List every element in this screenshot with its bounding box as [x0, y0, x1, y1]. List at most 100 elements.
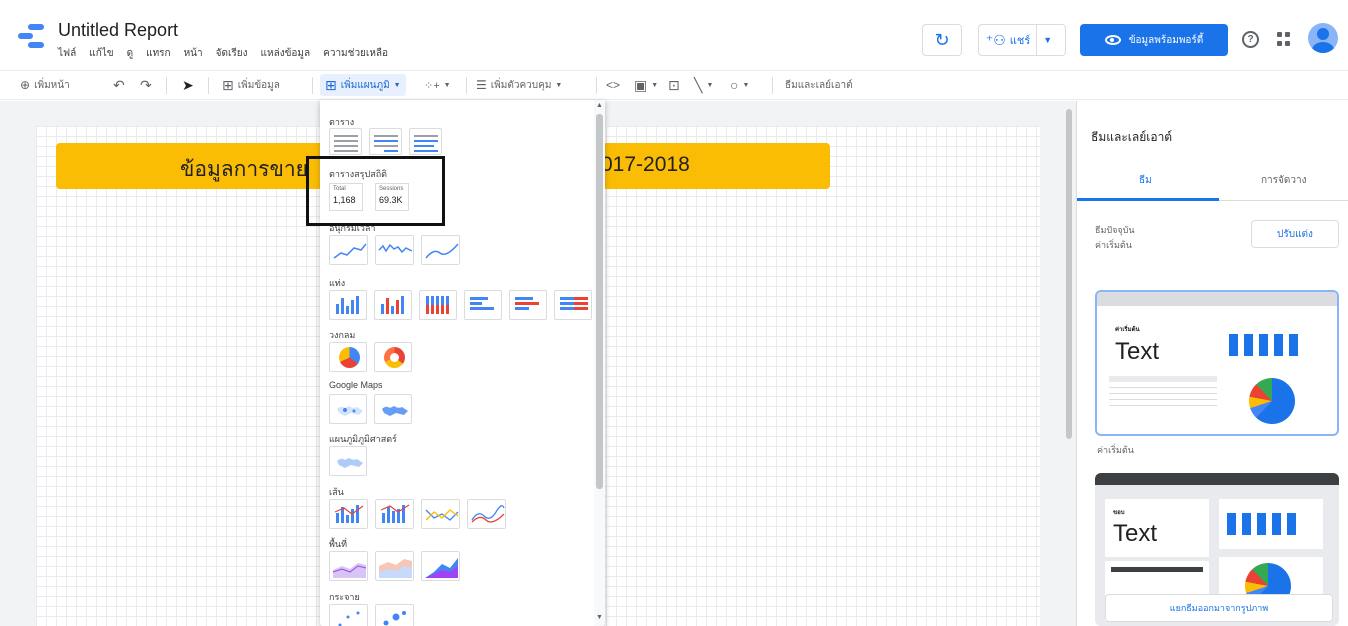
image-button[interactable]: ▣ ▼ [634, 71, 658, 99]
help-icon[interactable]: ? [1242, 31, 1259, 48]
apps-grid-icon[interactable] [1277, 32, 1291, 46]
scrollbar-thumb[interactable] [1066, 109, 1072, 439]
theme-card-default[interactable]: ค่าเริ่มต้น Text [1095, 290, 1339, 436]
theme-layout-button[interactable]: ธีมและเลย์เอาต์ [785, 71, 853, 99]
tab-layout[interactable]: การจัดวาง [1261, 173, 1307, 188]
shape-button[interactable]: ○ ▼ [730, 71, 749, 99]
combo-chart-option[interactable] [329, 499, 368, 529]
scatter-options [329, 604, 414, 626]
current-theme-heading: ธีมปัจจุบัน [1095, 225, 1135, 235]
add-chart-button[interactable]: ⊞ เพิ่มแผนภูมิ ▼ [320, 74, 406, 96]
line-chart-option[interactable] [421, 499, 460, 529]
scatter-chart-option[interactable] [329, 604, 368, 626]
donut-chart-option[interactable] [374, 342, 412, 372]
undo-button[interactable]: ↶ [113, 71, 125, 99]
filled-map-option[interactable] [374, 394, 412, 424]
view-button[interactable]: ข้อมูลพร้อมพอร์ตี้ [1080, 24, 1228, 56]
text-box-icon: ⊡ [668, 76, 680, 93]
table-heatmap-option[interactable] [369, 128, 402, 155]
embed-button[interactable]: <> [606, 71, 620, 99]
scorecard-highlight-annotation [306, 156, 445, 226]
menu-view[interactable]: ดู [127, 46, 134, 61]
community-viz-button[interactable]: ⁘+ ▼ [424, 71, 451, 99]
menu-arrange[interactable]: จัดเรียง [216, 46, 248, 61]
pie-options [329, 342, 412, 372]
line-options [329, 499, 506, 529]
view-label: ข้อมูลพร้อมพอร์ตี้ [1128, 34, 1204, 46]
smoothed-timeseries-option[interactable] [421, 235, 460, 265]
image-icon: ▣ [634, 76, 648, 93]
stacked-bar-option[interactable] [554, 290, 592, 320]
refresh-button[interactable]: ↻ [922, 24, 962, 56]
bubble-chart-option[interactable] [375, 604, 414, 626]
panel-title: ธีมและเลย์เอาต์ [1091, 130, 1173, 144]
line-button[interactable]: ╲ ▼ [694, 71, 713, 99]
tab-theme[interactable]: ธีม [1139, 173, 1152, 188]
stacked-column-option[interactable] [419, 290, 457, 320]
stacked-area-option[interactable] [375, 551, 414, 581]
grouped-column-option[interactable] [374, 290, 412, 320]
add-page-button[interactable]: ⊕ เพิ่มหน้า [20, 71, 70, 99]
percent-area-option[interactable] [421, 551, 460, 581]
table-options [329, 128, 442, 155]
share-button[interactable]: ⁺⚇ แชร์ ▼ [978, 24, 1066, 56]
chevron-down-icon: ▼ [393, 81, 401, 89]
report-title[interactable]: Untitled Report [58, 20, 178, 41]
sparkline-option[interactable] [375, 235, 414, 265]
detach-theme-button[interactable]: แยกธีมออกมาจากรูปภาพ [1105, 594, 1333, 622]
toolbar-divider [312, 77, 313, 94]
pie-chart-option[interactable] [329, 342, 367, 372]
toolbar-divider [208, 77, 209, 94]
menu-help[interactable]: ความช่วยเหลือ [323, 46, 388, 61]
refresh-icon: ↻ [934, 29, 950, 50]
banner-title-left: ข้อมูลการขาย [180, 158, 308, 181]
add-data-button[interactable]: ⊞ เพิ่มข้อมูล [222, 71, 280, 99]
add-data-label: เพิ่มข้อมูล [237, 79, 280, 91]
column-chart-option[interactable] [329, 290, 367, 320]
bar-chart-option[interactable] [464, 290, 502, 320]
avatar[interactable] [1308, 23, 1338, 53]
active-tab-indicator [1077, 198, 1219, 201]
scroll-up-icon[interactable]: ▲ [596, 102, 603, 109]
text-button[interactable]: ⊡ [668, 71, 680, 99]
customize-button[interactable]: ปรับแต่ง [1251, 220, 1339, 248]
menu-insert[interactable]: แทรก [146, 46, 170, 61]
toolbar-divider [772, 77, 773, 94]
menu-resource[interactable]: แหล่งข้อมูล [261, 46, 311, 61]
data-studio-logo-icon[interactable] [18, 24, 44, 48]
add-control-label: เพิ่มตัวควบคุม [490, 79, 552, 91]
add-chart-icon: ⊞ [325, 76, 337, 93]
chart-menu-scrollbar[interactable]: ▲ ▼ [594, 100, 605, 626]
table-bar-option[interactable] [409, 128, 442, 155]
bubble-map-option[interactable] [329, 394, 367, 424]
select-tool-button[interactable]: ➤ [182, 71, 194, 99]
share-dropdown-icon[interactable]: ▼ [1036, 25, 1058, 55]
toolbar-divider [166, 77, 167, 94]
theme-card-bars [1229, 334, 1298, 356]
menu-file[interactable]: ไฟล์ [58, 46, 76, 61]
scroll-down-icon[interactable]: ▼ [596, 614, 603, 621]
shapes-icon: ○ [730, 77, 739, 93]
section-area-label: พื้นที่ [329, 539, 348, 549]
toolbar-divider [466, 77, 467, 94]
scrollbar-thumb[interactable] [596, 114, 603, 489]
menu-edit[interactable]: แก้ไข [89, 46, 113, 61]
table-chart-option[interactable] [329, 128, 362, 155]
bar-options [329, 290, 592, 320]
theme-layout-panel: ธีมและเลย์เอาต์ ธีม การจัดวาง ธีมปัจจุบั… [1076, 101, 1348, 626]
timeseries-option[interactable] [329, 235, 368, 265]
timeseries-options [329, 235, 460, 265]
menu-page[interactable]: หน้า [184, 46, 203, 61]
report-editor: Untitled Report ไฟล์ แก้ไข ดู แทรก หน้า … [0, 0, 1348, 626]
geo-options [329, 446, 367, 476]
redo-button[interactable]: ↷ [140, 71, 152, 99]
toolbar-divider [596, 77, 597, 94]
area-chart-option[interactable] [329, 551, 368, 581]
canvas-scrollbar[interactable] [1064, 101, 1073, 626]
theme-card-panel [1219, 499, 1323, 549]
smooth-line-option[interactable] [467, 499, 506, 529]
stacked-combo-option[interactable] [375, 499, 414, 529]
geo-chart-option[interactable] [329, 446, 367, 476]
add-control-button[interactable]: ☰ เพิ่มตัวควบคุม ▼ [476, 71, 562, 99]
grouped-bar-option[interactable] [509, 290, 547, 320]
